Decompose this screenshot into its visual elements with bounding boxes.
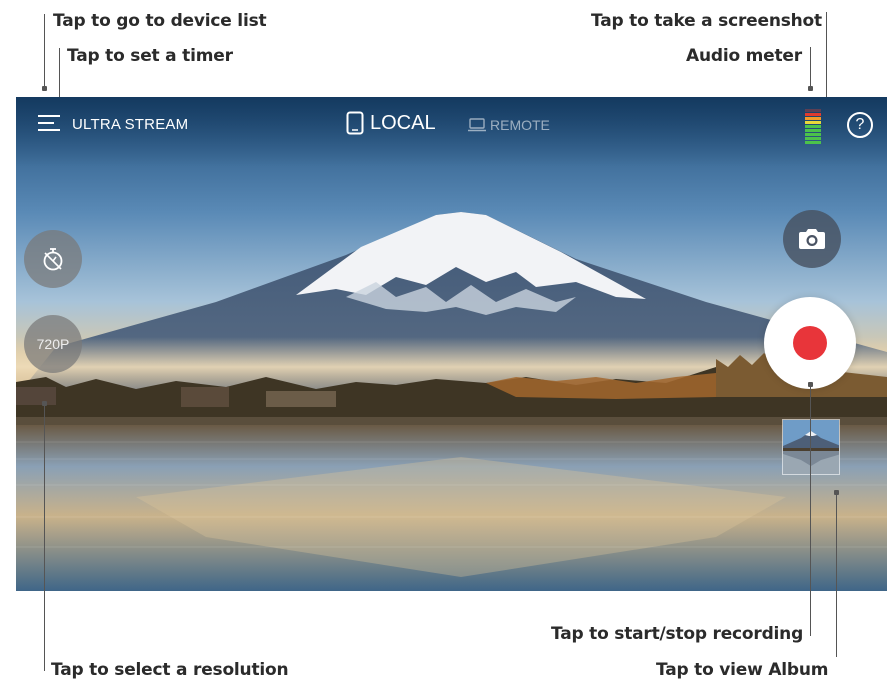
top-bar: ULTRA STREAM LOCAL REMOTE ?	[16, 97, 887, 153]
record-icon	[793, 326, 827, 360]
audio-meter-segment	[805, 129, 821, 132]
leader-dot-device-list	[42, 86, 47, 91]
audio-meter-segment	[805, 117, 821, 120]
leader-resolution	[44, 403, 45, 671]
menu-icon[interactable]	[38, 115, 62, 133]
annotation-screenshot: Tap to take a screenshot	[591, 11, 822, 31]
tab-remote-label: REMOTE	[490, 117, 550, 133]
tab-remote[interactable]: REMOTE	[468, 117, 550, 133]
help-icon: ?	[855, 116, 865, 133]
annotation-resolution: Tap to select a resolution	[51, 660, 289, 680]
audio-meter-segment	[805, 121, 821, 124]
album-thumbnail-image	[783, 420, 839, 474]
audio-meter-segment	[805, 141, 821, 144]
camera-preview-screen: ULTRA STREAM LOCAL REMOTE ? 720P	[16, 97, 887, 591]
resolution-label: 720P	[36, 336, 70, 352]
tab-local-label: LOCAL	[370, 111, 436, 134]
camera-preview-image	[16, 97, 887, 591]
record-button[interactable]	[764, 297, 856, 389]
annotation-record: Tap to start/stop recording	[551, 624, 804, 644]
annotation-device-list: Tap to go to device list	[53, 11, 267, 31]
leader-album	[836, 492, 837, 657]
screenshot-button[interactable]	[783, 210, 841, 268]
leader-record	[810, 384, 811, 636]
camera-icon	[799, 229, 825, 249]
tab-local[interactable]: LOCAL	[346, 111, 436, 135]
resolution-button[interactable]: 720P	[24, 315, 82, 373]
audio-meter-segment	[805, 125, 821, 128]
timer-button[interactable]	[24, 230, 82, 288]
leader-audio-meter	[810, 47, 811, 87]
audio-meter-segment	[805, 133, 821, 136]
leader-dot-album	[834, 490, 839, 495]
album-thumbnail[interactable]	[782, 419, 840, 475]
laptop-icon	[468, 118, 486, 132]
leader-device-list	[44, 14, 45, 88]
audio-meter-segment	[805, 113, 821, 116]
annotation-album: Tap to view Album	[656, 660, 829, 680]
leader-dot-record	[808, 382, 813, 387]
help-button[interactable]: ?	[847, 112, 873, 138]
audio-meter	[805, 109, 821, 144]
audio-meter-segment	[805, 109, 821, 112]
annotation-audio-meter: Audio meter	[686, 46, 802, 66]
leader-dot-resolution	[42, 401, 47, 406]
tablet-icon	[346, 111, 364, 135]
leader-dot-audio-meter	[808, 86, 813, 91]
app-title: ULTRA STREAM	[72, 116, 189, 133]
stopwatch-icon	[43, 248, 63, 271]
annotation-timer: Tap to set a timer	[67, 46, 233, 66]
audio-meter-segment	[805, 137, 821, 140]
